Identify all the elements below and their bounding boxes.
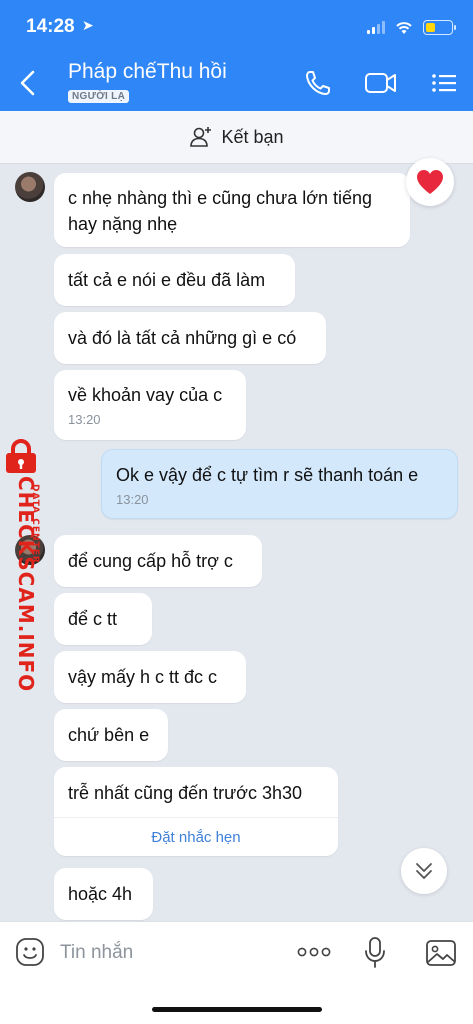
message-bubble[interactable]: để cung cấp hỗ trợ c [54,535,262,587]
message-text: c nhẹ nhàng thì e cũng chưa lớn tiếng ha… [68,188,373,234]
location-arrow-icon: ➤ [82,17,94,33]
message-text: chứ bên e [68,725,150,745]
message-text: trễ nhất cũng đến trước 3h30 [68,783,302,803]
battery-icon [423,20,456,35]
message-text: để cung cấp hỗ trợ c [68,551,233,571]
set-reminder-link[interactable]: Đặt nhắc hẹn [54,817,338,858]
stranger-badge: NGƯỜI LẠ [68,90,130,103]
microphone-icon[interactable] [362,936,388,970]
message-bubble[interactable]: tất cả e nói e đều đã làm [54,254,295,306]
watermark: CHECKSCAM.INFO DATA CENTER [0,438,52,692]
chat-header: 14:28 ➤ Pháp chếThu hồi NGƯỜI LẠ [0,0,473,111]
home-indicator [152,1007,322,1012]
video-call-icon[interactable] [364,69,398,97]
message-text: về khoản vay của c [68,385,223,405]
status-time: 14:28 [26,16,75,37]
message-time: 13:20 [68,412,101,427]
menu-icon[interactable] [430,69,458,97]
heart-icon [417,170,443,194]
message-time: 13:20 [116,492,149,507]
avatar[interactable] [15,172,45,202]
message-bubble[interactable]: trễ nhất cũng đến trước 3h30 Đặt nhắc hẹ… [54,767,338,856]
status-icons [367,20,456,35]
message-bubble[interactable]: và đó là tất cả những gì e có [54,312,326,364]
message-text: và đó là tất cả những gì e có [68,328,297,348]
message-bubble[interactable]: chứ bên e [54,709,168,761]
message-text: vậy mấy h c tt đc c [68,667,218,687]
wifi-icon [396,21,412,34]
reaction-button[interactable] [406,158,454,206]
message-bubble[interactable]: hoặc 4h [54,868,153,920]
message-text: để c tt [68,609,118,629]
chat-title[interactable]: Pháp chếThu hồi [68,60,227,84]
message-input[interactable]: Tin nhắn [60,942,133,964]
message-bubble[interactable]: về khoản vay của c 13:20 [54,370,246,440]
message-text: Ok e vậy để c tự tìm r sẽ thanh toán e [116,465,419,485]
back-icon[interactable] [14,66,42,100]
more-icon[interactable] [296,942,332,962]
message-bubble[interactable]: vậy mấy h c tt đc c [54,651,246,703]
double-chevron-down-icon [416,863,432,879]
message-text: tất cả e nói e đều đã làm [68,270,266,290]
add-friend-icon [190,127,212,147]
message-bubble[interactable]: để c tt [54,593,152,645]
add-friend-label: Kết bạn [221,126,284,147]
cellular-signal-icon [367,21,385,34]
watermark-tag: DATA CENTER [30,484,40,564]
image-icon[interactable] [425,938,457,968]
message-bubble[interactable]: c nhẹ nhàng thì e cũng chưa lớn tiếng ha… [54,173,410,247]
emoji-icon[interactable] [14,936,46,968]
message-text: hoặc 4h [68,884,133,904]
add-friend-button[interactable]: Kết bạn [0,111,473,164]
sent-message-bubble[interactable]: Ok e vậy để c tự tìm r sẽ thanh toán e 1… [101,449,458,519]
scroll-to-bottom-button[interactable] [401,848,447,894]
phone-icon[interactable] [304,69,332,97]
lock-icon [6,439,36,473]
